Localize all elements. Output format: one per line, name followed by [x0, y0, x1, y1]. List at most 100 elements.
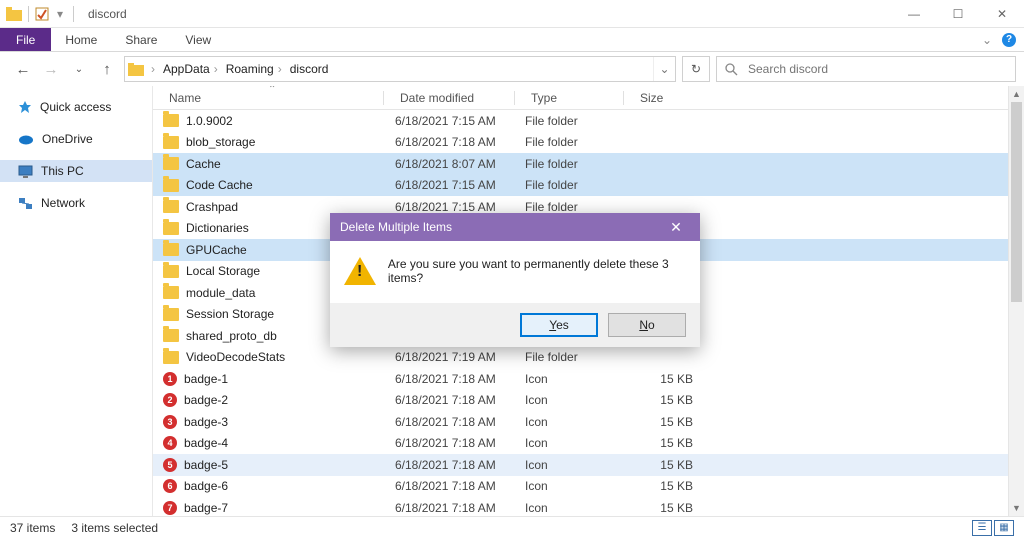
no-button[interactable]: No	[608, 313, 686, 337]
crumb-discord[interactable]: discord	[286, 57, 333, 81]
navigation-row: ← → ⌄ ↑ › AppData› Roaming› discord ⌄ ↻	[0, 52, 1024, 86]
file-row[interactable]: 3badge-36/18/2021 7:18 AMIcon15 KB	[153, 411, 1008, 433]
view-mode-buttons: ☰ ▦	[972, 520, 1014, 536]
badge-icon: 7	[163, 501, 177, 515]
dialog-body: ! Are you sure you want to permanently d…	[330, 241, 700, 303]
file-size: 15 KB	[633, 501, 693, 515]
close-button[interactable]: ✕	[980, 0, 1024, 28]
file-row[interactable]: Cache6/18/2021 8:07 AMFile folder	[153, 153, 1008, 175]
file-row[interactable]: 6badge-66/18/2021 7:18 AMIcon15 KB	[153, 476, 1008, 498]
search-icon	[725, 63, 738, 76]
folder-icon	[163, 222, 179, 235]
dialog-close-button[interactable]: ✕	[662, 213, 690, 241]
minimize-button[interactable]: —	[892, 0, 936, 28]
file-row[interactable]: 7badge-76/18/2021 7:18 AMIcon15 KB	[153, 497, 1008, 516]
navigation-pane: Quick access OneDrive This PC Network	[0, 86, 152, 516]
file-type: File folder	[525, 350, 633, 364]
file-name: badge-6	[184, 479, 228, 493]
file-row[interactable]: 2badge-26/18/2021 7:18 AMIcon15 KB	[153, 390, 1008, 412]
home-tab[interactable]: Home	[51, 28, 111, 51]
file-name: Code Cache	[186, 178, 253, 192]
folder-icon	[163, 114, 179, 127]
sidebar-item-quick-access[interactable]: Quick access	[0, 96, 152, 118]
maximize-button[interactable]: ☐	[936, 0, 980, 28]
folder-icon	[163, 308, 179, 321]
share-tab[interactable]: Share	[111, 28, 171, 51]
file-row[interactable]: 4badge-46/18/2021 7:18 AMIcon15 KB	[153, 433, 1008, 455]
address-bar[interactable]: › AppData› Roaming› discord ⌄	[124, 56, 676, 82]
file-date: 6/18/2021 7:15 AM	[395, 178, 525, 192]
crumb-roaming[interactable]: Roaming›	[222, 57, 286, 81]
sidebar-item-label: Quick access	[40, 100, 111, 114]
yes-accelerator: Y	[549, 318, 556, 332]
scrollbar-thumb[interactable]	[1011, 102, 1022, 302]
properties-icon[interactable]	[35, 7, 49, 21]
file-row[interactable]: 1.0.90026/18/2021 7:15 AMFile folder	[153, 110, 1008, 132]
view-tab[interactable]: View	[171, 28, 225, 51]
file-date: 6/18/2021 7:18 AM	[395, 393, 525, 407]
sidebar-item-network[interactable]: Network	[0, 192, 152, 214]
col-name[interactable]: Name⌃	[153, 86, 383, 109]
scroll-down-button[interactable]: ▼	[1009, 500, 1024, 516]
recent-locations-button[interactable]: ⌄	[68, 58, 90, 80]
search-box[interactable]	[716, 56, 1016, 82]
file-size: 15 KB	[633, 372, 693, 386]
help-icon[interactable]: ?	[1002, 33, 1016, 47]
file-type: Icon	[525, 415, 633, 429]
up-button[interactable]: ↑	[96, 58, 118, 80]
warning-icon: !	[344, 255, 374, 287]
file-row[interactable]: blob_storage6/18/2021 7:18 AMFile folder	[153, 132, 1008, 154]
cloud-icon	[18, 133, 34, 145]
file-row[interactable]: 1badge-16/18/2021 7:18 AMIcon15 KB	[153, 368, 1008, 390]
file-size: 15 KB	[633, 415, 693, 429]
folder-icon	[163, 179, 179, 192]
file-name: VideoDecodeStats	[186, 350, 285, 364]
scrollbar-track[interactable]	[1009, 102, 1024, 500]
sidebar-item-onedrive[interactable]: OneDrive	[0, 128, 152, 150]
icons-view-icon[interactable]: ▦	[994, 520, 1014, 536]
folder-icon	[163, 265, 179, 278]
sidebar-item-this-pc[interactable]: This PC	[0, 160, 152, 182]
file-row[interactable]: 5badge-56/18/2021 7:18 AMIcon15 KB	[153, 454, 1008, 476]
scroll-up-button[interactable]: ▲	[1009, 86, 1024, 102]
sidebar-item-label: OneDrive	[42, 132, 93, 146]
file-type: File folder	[525, 157, 633, 171]
vertical-scrollbar[interactable]: ▲ ▼	[1008, 86, 1024, 516]
back-button[interactable]: ←	[12, 58, 34, 80]
file-row[interactable]: VideoDecodeStats6/18/2021 7:19 AMFile fo…	[153, 347, 1008, 369]
file-name: Cache	[186, 157, 221, 171]
file-date: 6/18/2021 7:18 AM	[395, 501, 525, 515]
details-view-icon[interactable]: ☰	[972, 520, 992, 536]
col-type[interactable]: Type	[515, 86, 623, 109]
col-date[interactable]: Date modified	[384, 86, 514, 109]
search-input[interactable]	[746, 61, 1007, 77]
badge-icon: 3	[163, 415, 177, 429]
status-bar: 37 items 3 items selected ☰ ▦	[0, 516, 1024, 538]
file-name: Dictionaries	[186, 221, 249, 235]
file-type: File folder	[525, 200, 633, 214]
file-date: 6/18/2021 7:18 AM	[395, 479, 525, 493]
folder-icon	[163, 329, 179, 342]
badge-icon: 2	[163, 393, 177, 407]
ribbon-tabs: File Home Share View ⌄ ?	[0, 28, 1024, 52]
address-dropdown-button[interactable]: ⌄	[653, 57, 675, 81]
file-name: badge-1	[184, 372, 228, 386]
col-size[interactable]: Size	[624, 86, 690, 109]
file-tab[interactable]: File	[0, 28, 51, 51]
file-date: 6/18/2021 7:15 AM	[395, 200, 525, 214]
column-headers: Name⌃ Date modified Type Size	[153, 86, 1008, 110]
file-row[interactable]: Code Cache6/18/2021 7:15 AMFile folder	[153, 175, 1008, 197]
yes-button[interactable]: Yes	[520, 313, 598, 337]
ribbon-expand-icon[interactable]: ⌄	[982, 33, 992, 47]
file-type: File folder	[525, 114, 633, 128]
no-accelerator: N	[639, 318, 648, 332]
network-icon	[18, 197, 33, 210]
crumb-appdata[interactable]: AppData›	[159, 57, 222, 81]
dialog-title-bar[interactable]: Delete Multiple Items ✕	[330, 213, 700, 241]
folder-icon	[163, 351, 179, 364]
refresh-button[interactable]: ↻	[682, 56, 710, 82]
forward-button[interactable]: →	[40, 58, 62, 80]
qat-dropdown-icon[interactable]: ▾	[53, 7, 67, 21]
file-name: Local Storage	[186, 264, 260, 278]
file-date: 6/18/2021 7:18 AM	[395, 135, 525, 149]
